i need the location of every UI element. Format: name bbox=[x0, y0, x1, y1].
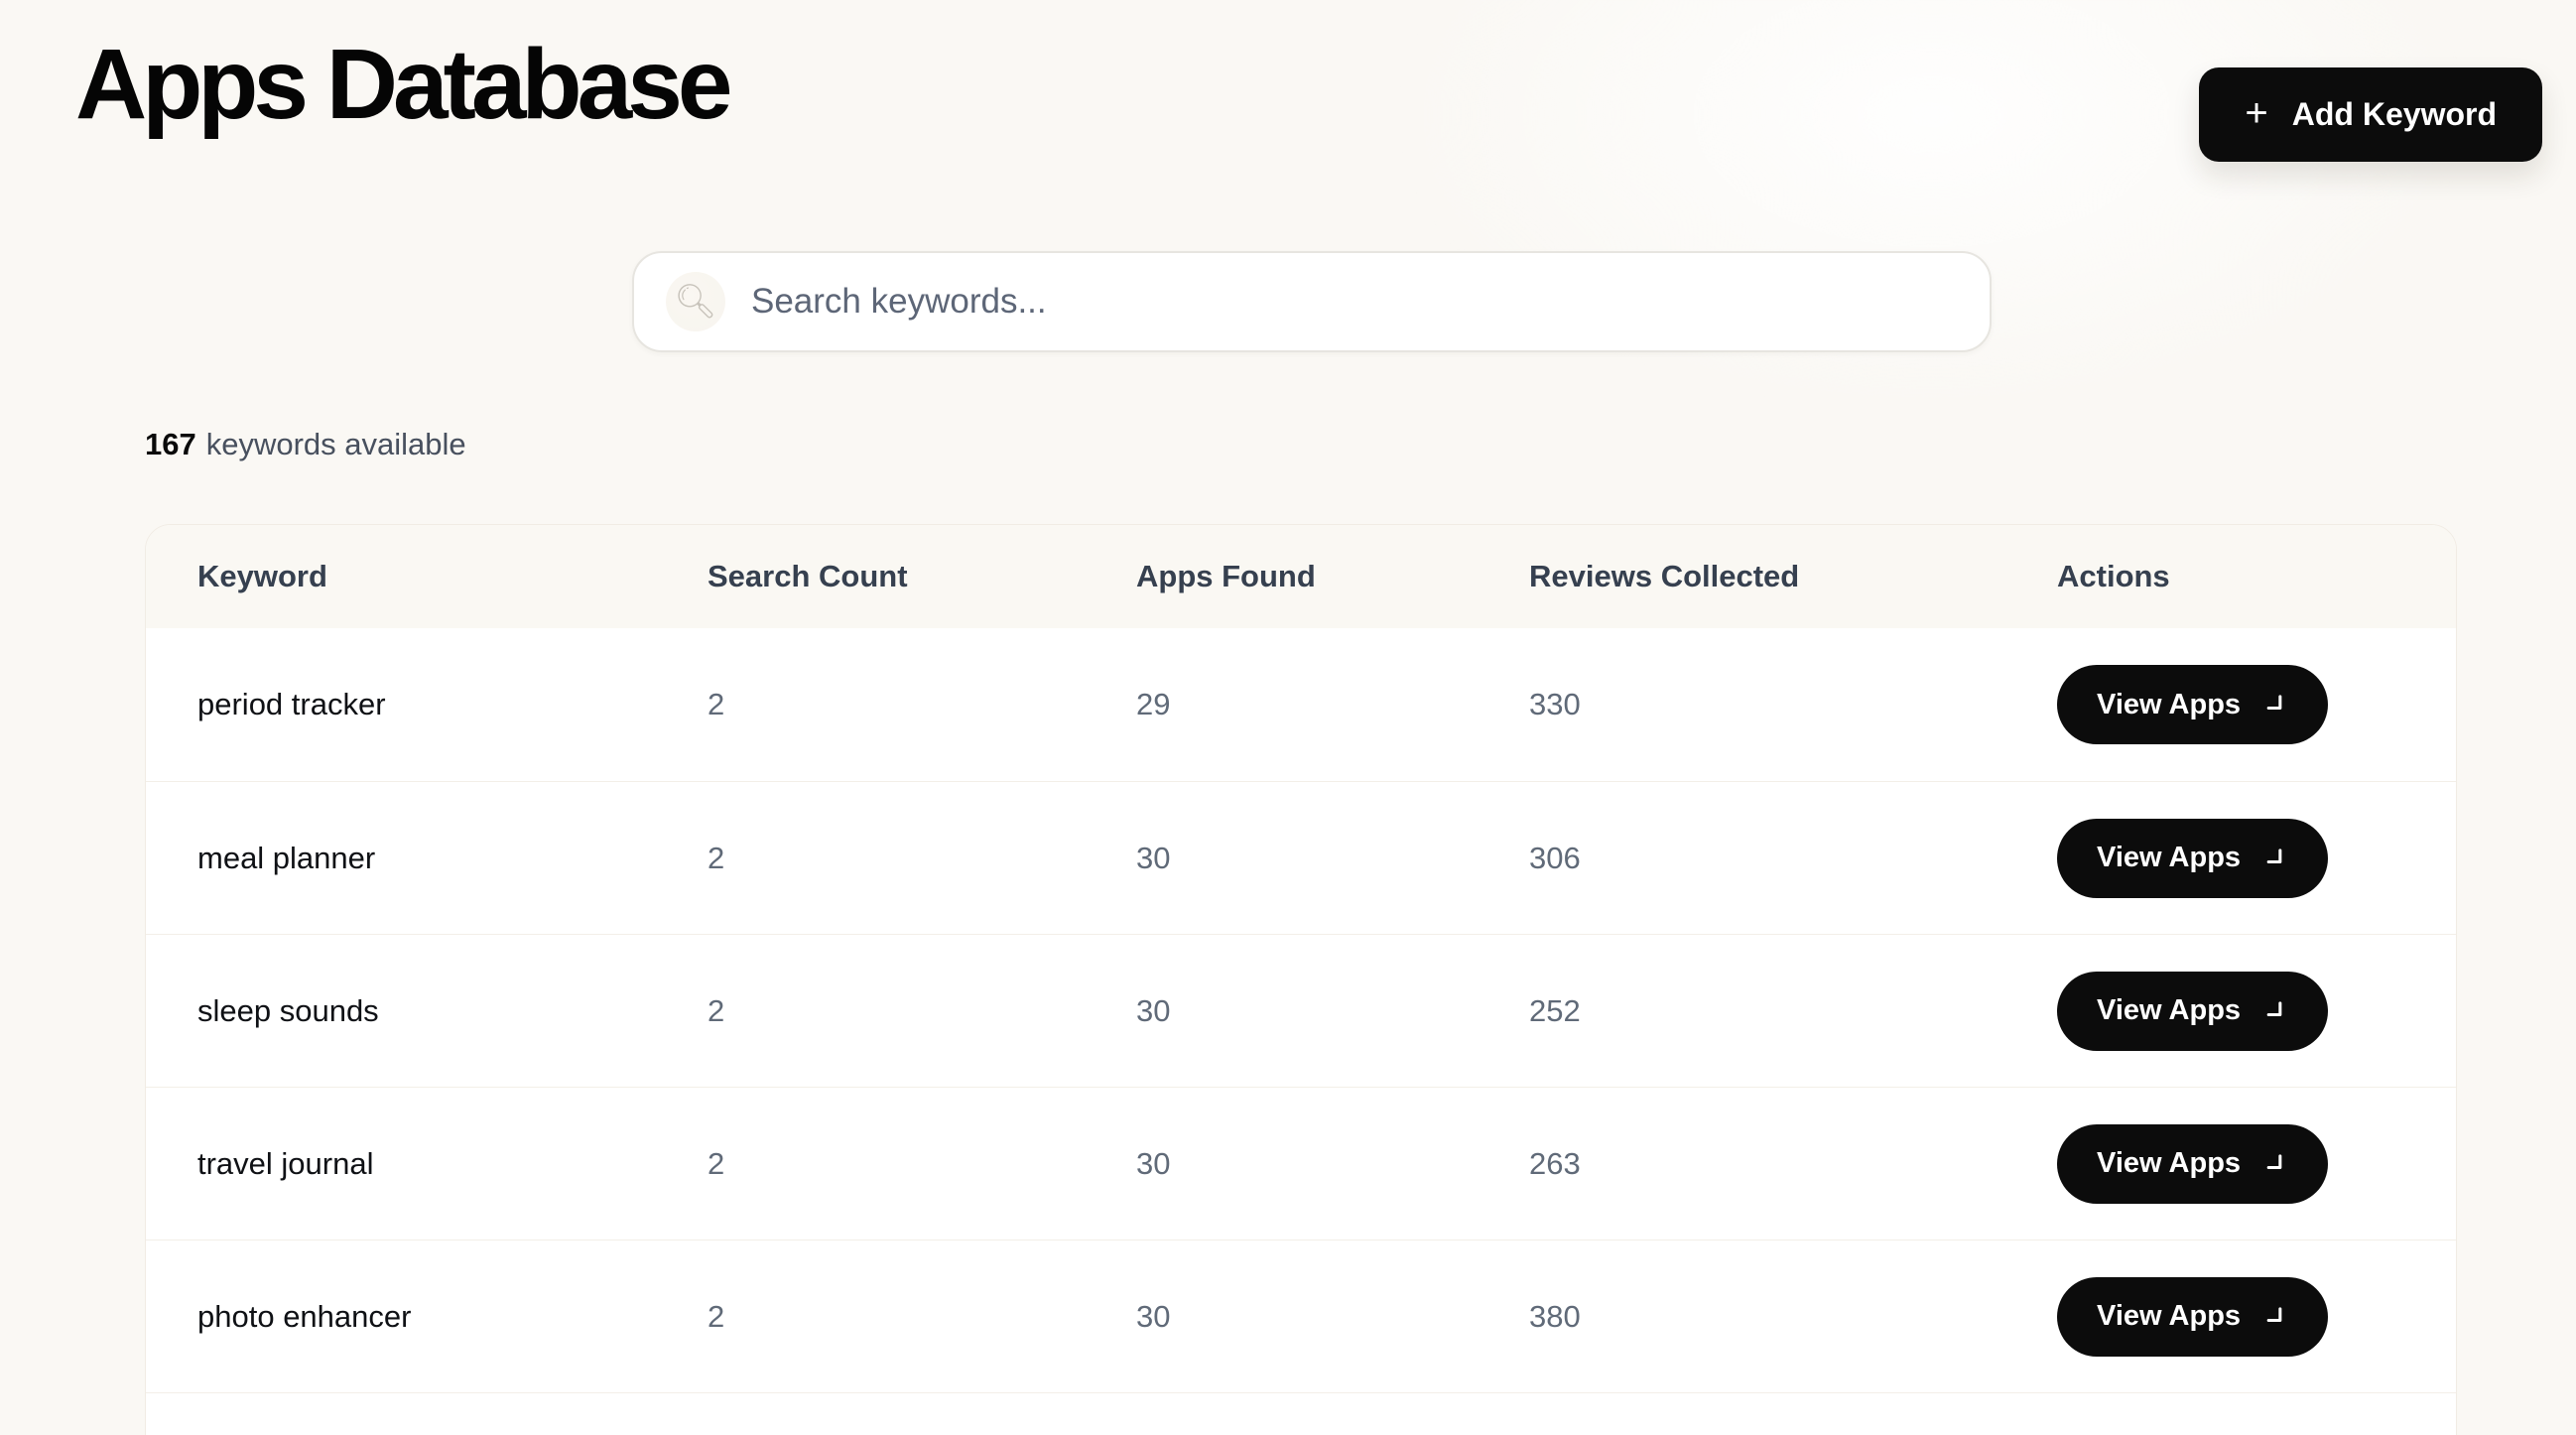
keywords-summary: 167 keywords available bbox=[145, 427, 466, 462]
return-icon bbox=[2260, 845, 2288, 872]
page-title: Apps Database bbox=[75, 28, 727, 142]
search-input[interactable] bbox=[632, 251, 1992, 352]
view-apps-button[interactable]: View Apps bbox=[2057, 1277, 2328, 1357]
cell-keyword: meal planner bbox=[197, 841, 708, 876]
cell-search-count: 2 bbox=[708, 687, 1136, 722]
table-row: meal planner 2 30 306 View Apps bbox=[146, 781, 2456, 934]
keywords-count-label: keywords available bbox=[206, 427, 466, 461]
keywords-table: Keyword Search Count Apps Found Reviews … bbox=[145, 524, 2457, 1435]
return-icon bbox=[2260, 1303, 2288, 1331]
view-apps-label: View Apps bbox=[2097, 842, 2241, 874]
cell-reviews-collected: 306 bbox=[1529, 841, 2057, 876]
cell-keyword: period tracker bbox=[197, 687, 708, 722]
cell-reviews-collected: 252 bbox=[1529, 993, 2057, 1029]
column-header-actions: Actions bbox=[2057, 559, 2416, 594]
view-apps-label: View Apps bbox=[2097, 689, 2241, 721]
view-apps-button[interactable]: View Apps bbox=[2057, 819, 2328, 898]
cell-keyword: photo enhancer bbox=[197, 1299, 708, 1335]
cell-apps-found: 30 bbox=[1136, 841, 1529, 876]
view-apps-label: View Apps bbox=[2097, 1147, 2241, 1180]
column-header-apps-found: Apps Found bbox=[1136, 559, 1529, 594]
column-header-search-count: Search Count bbox=[708, 559, 1136, 594]
cell-search-count: 2 bbox=[708, 841, 1136, 876]
cell-apps-found: 30 bbox=[1136, 993, 1529, 1029]
cell-search-count: 2 bbox=[708, 1299, 1136, 1335]
view-apps-button[interactable]: View Apps bbox=[2057, 665, 2328, 744]
cell-apps-found: 29 bbox=[1136, 687, 1529, 722]
table-row: travel journal 2 30 263 View Apps bbox=[146, 1087, 2456, 1239]
cell-apps-found: 30 bbox=[1136, 1146, 1529, 1182]
cell-search-count: 2 bbox=[708, 993, 1136, 1029]
table-row: period tracker 2 29 330 View Apps bbox=[146, 628, 2456, 781]
cell-reviews-collected: 263 bbox=[1529, 1146, 2057, 1182]
cell-reviews-collected: 330 bbox=[1529, 687, 2057, 722]
keywords-count: 167 bbox=[145, 427, 196, 461]
return-icon bbox=[2260, 997, 2288, 1025]
table-row: photo enhancer 2 30 380 View Apps bbox=[146, 1239, 2456, 1392]
add-keyword-label: Add Keyword bbox=[2292, 96, 2497, 133]
table-header-row: Keyword Search Count Apps Found Reviews … bbox=[146, 525, 2456, 628]
table-body: period tracker 2 29 330 View Apps meal p… bbox=[146, 628, 2456, 1392]
cell-keyword: travel journal bbox=[197, 1146, 708, 1182]
table-row-partial bbox=[146, 1392, 2456, 1435]
view-apps-label: View Apps bbox=[2097, 994, 2241, 1027]
cell-keyword: sleep sounds bbox=[197, 993, 708, 1029]
column-header-keyword: Keyword bbox=[197, 559, 708, 594]
add-keyword-button[interactable]: + Add Keyword bbox=[2199, 67, 2542, 162]
view-apps-label: View Apps bbox=[2097, 1300, 2241, 1333]
return-icon bbox=[2260, 691, 2288, 718]
cell-reviews-collected: 380 bbox=[1529, 1299, 2057, 1335]
return-icon bbox=[2260, 1150, 2288, 1178]
column-header-reviews-collected: Reviews Collected bbox=[1529, 559, 2057, 594]
view-apps-button[interactable]: View Apps bbox=[2057, 972, 2328, 1051]
table-row: sleep sounds 2 30 252 View Apps bbox=[146, 934, 2456, 1087]
view-apps-button[interactable]: View Apps bbox=[2057, 1124, 2328, 1204]
cell-search-count: 2 bbox=[708, 1146, 1136, 1182]
search-bar: 🔍︎ bbox=[632, 251, 1992, 352]
plus-icon: + bbox=[2245, 93, 2267, 133]
cell-apps-found: 30 bbox=[1136, 1299, 1529, 1335]
